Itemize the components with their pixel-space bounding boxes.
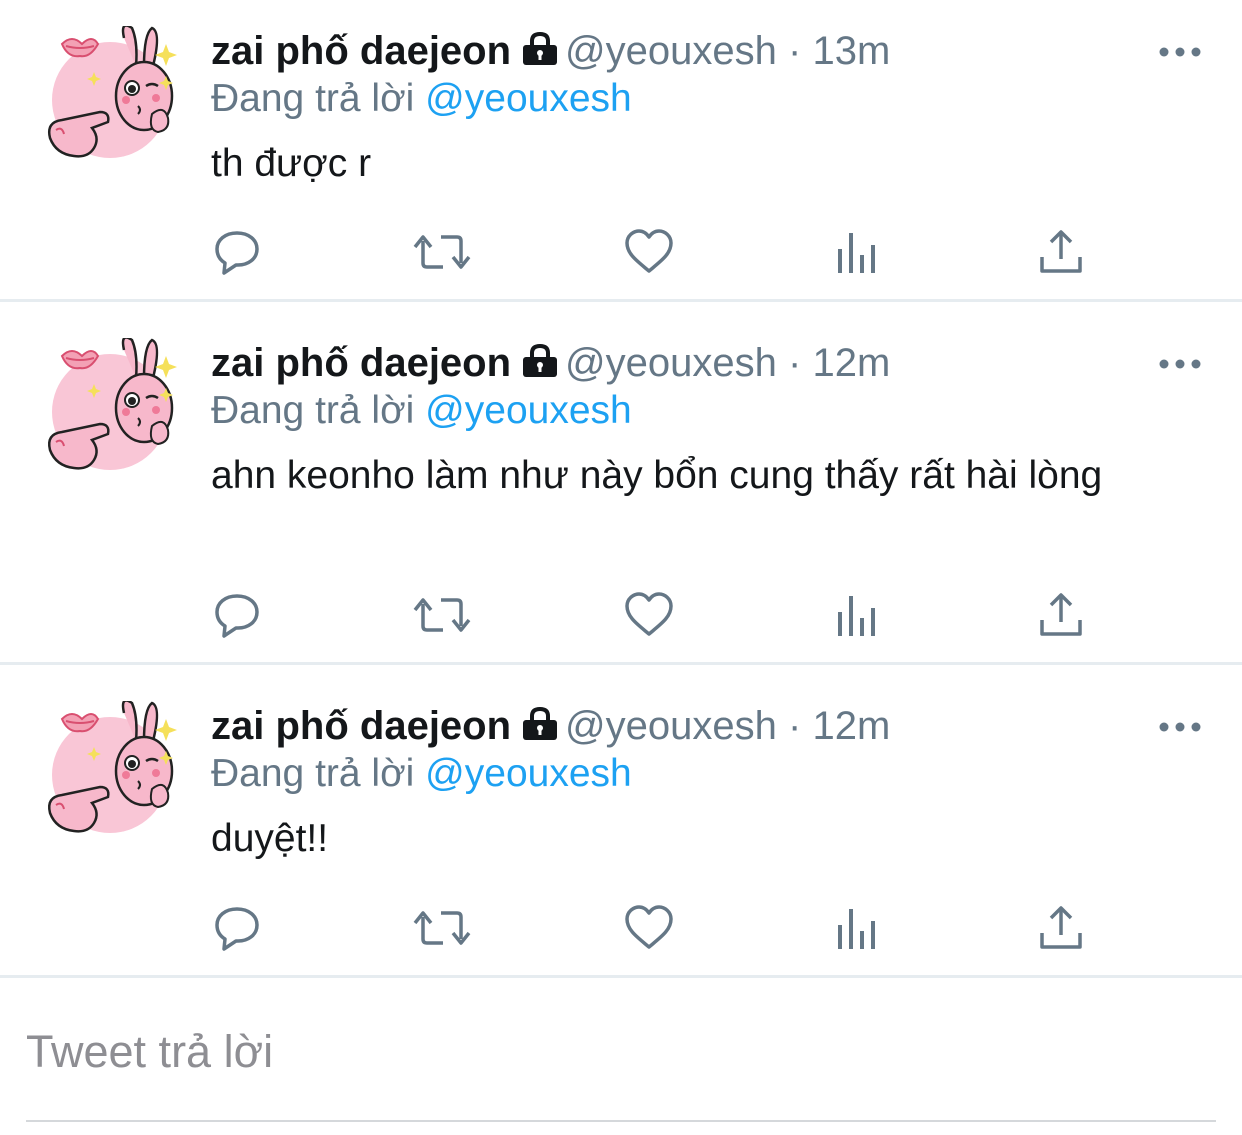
more-dots-icon[interactable]	[1156, 40, 1204, 64]
like-icon	[625, 592, 673, 636]
display-name[interactable]: zai phố daejeon	[211, 704, 511, 748]
tweet-actions	[0, 585, 1242, 645]
more-dots-icon[interactable]	[1156, 352, 1204, 376]
share-icon	[1040, 906, 1082, 949]
composer-underline	[26, 1120, 1216, 1122]
like-button[interactable]	[619, 585, 679, 645]
mention-link[interactable]: @yeouxesh	[425, 77, 632, 120]
reply-composer-input[interactable]: Tweet trả lời	[26, 1022, 273, 1082]
share-icon	[1040, 593, 1082, 636]
replying-to: Đang trả lời @yeouxesh	[211, 386, 632, 436]
reply-icon	[215, 594, 259, 638]
retweet-button[interactable]	[412, 585, 472, 645]
lock-icon	[521, 340, 559, 390]
divider	[0, 662, 1242, 665]
replying-prefix: Đang trả lời	[211, 752, 415, 795]
share-button[interactable]	[1031, 898, 1091, 958]
analytics-icon	[838, 909, 875, 949]
timestamp[interactable]: 13m	[812, 29, 890, 73]
tweet-header: zai phố daejeon @yeouxesh · 12m	[211, 338, 890, 388]
share-button[interactable]	[1031, 585, 1091, 645]
replying-prefix: Đang trả lời	[211, 77, 415, 120]
like-button[interactable]	[619, 222, 679, 282]
separator: ·	[788, 341, 802, 385]
lock-icon	[521, 703, 559, 753]
like-button[interactable]	[619, 898, 679, 958]
display-name[interactable]: zai phố daejeon	[211, 341, 511, 385]
display-name[interactable]: zai phố daejeon	[211, 29, 511, 73]
analytics-button[interactable]	[826, 222, 886, 282]
tweet-text: ahn keonho làm như này bổn cung thấy rất…	[211, 454, 1103, 497]
retweet-button[interactable]	[412, 898, 472, 958]
divider	[0, 299, 1242, 302]
avatar[interactable]	[40, 338, 180, 478]
mention-link[interactable]: @yeouxesh	[425, 752, 632, 795]
retweet-button[interactable]	[412, 222, 472, 282]
avatar[interactable]	[40, 701, 180, 841]
replying-to: Đang trả lời @yeouxesh	[211, 74, 632, 124]
timestamp[interactable]: 12m	[812, 341, 890, 385]
tweet-header: zai phố daejeon @yeouxesh · 12m	[211, 701, 890, 751]
retweet-icon	[413, 235, 471, 269]
analytics-icon	[838, 596, 875, 636]
separator: ·	[788, 704, 802, 748]
reply-icon	[215, 231, 259, 275]
replying-prefix: Đang trả lời	[211, 389, 415, 432]
tweet-text: duyệt!!	[211, 817, 329, 860]
like-icon	[625, 229, 673, 273]
tweet-actions	[0, 222, 1242, 282]
lock-icon	[521, 28, 559, 78]
tweet-actions	[0, 898, 1242, 958]
share-icon	[1040, 230, 1082, 273]
reply-button[interactable]	[207, 222, 267, 282]
analytics-button[interactable]	[826, 898, 886, 958]
tweet-text: th được r	[211, 142, 372, 185]
retweet-icon	[413, 598, 471, 632]
analytics-icon	[838, 233, 875, 273]
more-dots-icon[interactable]	[1156, 715, 1204, 739]
reply-icon	[215, 907, 259, 951]
share-button[interactable]	[1031, 222, 1091, 282]
handle[interactable]: @yeouxesh	[565, 29, 777, 73]
analytics-button[interactable]	[826, 585, 886, 645]
handle[interactable]: @yeouxesh	[565, 341, 777, 385]
avatar[interactable]	[40, 26, 180, 166]
reply-button[interactable]	[207, 898, 267, 958]
mention-link[interactable]: @yeouxesh	[425, 389, 632, 432]
handle[interactable]: @yeouxesh	[565, 704, 777, 748]
divider	[0, 975, 1242, 978]
retweet-icon	[413, 911, 471, 945]
replying-to: Đang trả lời @yeouxesh	[211, 749, 632, 799]
separator: ·	[788, 29, 802, 73]
like-icon	[625, 905, 673, 949]
tweet-header: zai phố daejeon @yeouxesh · 13m	[211, 26, 890, 76]
reply-button[interactable]	[207, 585, 267, 645]
timestamp[interactable]: 12m	[812, 704, 890, 748]
